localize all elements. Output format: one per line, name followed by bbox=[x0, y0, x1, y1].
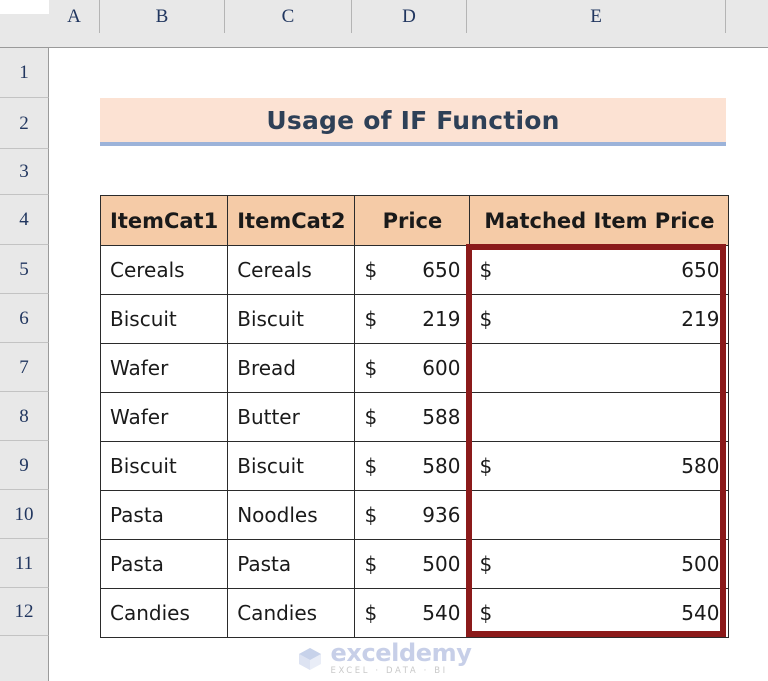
cell-price[interactable]: $ 588 bbox=[354, 392, 471, 442]
cell-itemcat1[interactable]: Pasta bbox=[99, 539, 229, 589]
column-header-d[interactable]: D bbox=[352, 0, 467, 33]
price-value: 650 bbox=[422, 258, 461, 282]
watermark: exceldemy EXCEL · DATA · BI bbox=[0, 636, 768, 681]
cell-price[interactable]: $ 650 bbox=[354, 245, 471, 295]
table-row[interactable]: Biscuit Biscuit $ 219 $ 219 bbox=[99, 294, 730, 344]
cell-itemcat2[interactable]: Biscuit bbox=[227, 294, 356, 344]
row-header-6[interactable]: 6 bbox=[0, 294, 49, 343]
currency-symbol: $ bbox=[364, 307, 378, 331]
price-value: 580 bbox=[422, 454, 461, 478]
table-row[interactable]: Pasta Pasta $ 500 $ 500 bbox=[99, 539, 730, 589]
cell-itemcat2[interactable]: Candies bbox=[227, 588, 356, 638]
table-row[interactable]: Pasta Noodles $ 936 bbox=[99, 490, 730, 540]
cell-itemcat2[interactable]: Cereals bbox=[227, 245, 356, 295]
matched-price-value: 540 bbox=[681, 601, 720, 625]
column-header-a[interactable]: A bbox=[49, 0, 100, 33]
column-header-price[interactable]: Price bbox=[354, 195, 471, 246]
cell-itemcat1[interactable]: Candies bbox=[99, 588, 229, 638]
exceldemy-logo-icon bbox=[297, 646, 323, 672]
table-row[interactable]: Candies Candies $ 540 $ 540 bbox=[99, 588, 730, 638]
column-header-itemcat1[interactable]: ItemCat1 bbox=[99, 195, 229, 246]
cell-matched-price[interactable]: $ 540 bbox=[469, 588, 730, 638]
price-value: 588 bbox=[422, 405, 461, 429]
table-header-row: ItemCat1 ItemCat2 Price Matched Item Pri… bbox=[99, 195, 730, 246]
cell-itemcat1[interactable]: Pasta bbox=[99, 490, 229, 540]
row-header-2[interactable]: 2 bbox=[0, 98, 49, 149]
cell-itemcat2[interactable]: Butter bbox=[227, 392, 356, 442]
currency-symbol: $ bbox=[364, 405, 378, 429]
cell-itemcat2[interactable]: Noodles bbox=[227, 490, 356, 540]
cell-matched-price[interactable]: $ 580 bbox=[469, 441, 730, 491]
currency-symbol: $ bbox=[364, 356, 378, 380]
column-header-b[interactable]: B bbox=[100, 0, 225, 33]
cell-price[interactable]: $ 600 bbox=[354, 343, 471, 393]
row-header-11[interactable]: 11 bbox=[0, 539, 49, 588]
table-row[interactable]: Biscuit Biscuit $ 580 $ 580 bbox=[99, 441, 730, 491]
price-value: 500 bbox=[422, 552, 461, 576]
cell-matched-price[interactable]: $ 650 bbox=[469, 245, 730, 295]
cell-price[interactable]: $ 219 bbox=[354, 294, 471, 344]
table-row[interactable]: Wafer Bread $ 600 bbox=[99, 343, 730, 393]
price-value: 540 bbox=[422, 601, 461, 625]
title-banner[interactable]: Usage of IF Function bbox=[100, 98, 726, 146]
page-title: Usage of IF Function bbox=[266, 105, 560, 135]
cell-itemcat2[interactable]: Bread bbox=[227, 343, 356, 393]
matched-price-value: 500 bbox=[681, 552, 720, 576]
row-header-1[interactable]: 1 bbox=[0, 48, 49, 98]
row-header-3[interactable]: 3 bbox=[0, 149, 49, 195]
row-header-8[interactable]: 8 bbox=[0, 392, 49, 441]
cell-itemcat1[interactable]: Wafer bbox=[99, 343, 229, 393]
data-table: ItemCat1 ItemCat2 Price Matched Item Pri… bbox=[99, 195, 730, 638]
cell-matched-price[interactable] bbox=[469, 343, 730, 393]
currency-symbol: $ bbox=[479, 601, 493, 625]
row-header-10[interactable]: 10 bbox=[0, 490, 49, 539]
column-header-e[interactable]: E bbox=[467, 0, 726, 33]
row-header-12[interactable]: 12 bbox=[0, 588, 49, 636]
currency-symbol: $ bbox=[364, 454, 378, 478]
price-value: 600 bbox=[422, 356, 461, 380]
cell-price[interactable]: $ 580 bbox=[354, 441, 471, 491]
row-header-9[interactable]: 9 bbox=[0, 441, 49, 490]
table-row[interactable]: Cereals Cereals $ 650 $ 650 bbox=[99, 245, 730, 295]
watermark-tagline: EXCEL · DATA · BI bbox=[330, 666, 448, 677]
currency-symbol: $ bbox=[364, 258, 378, 282]
cell-matched-price[interactable]: $ 219 bbox=[469, 294, 730, 344]
price-value: 219 bbox=[422, 307, 461, 331]
spreadsheet-canvas: A B C D E 1 2 3 4 5 6 7 8 9 10 11 12 Usa… bbox=[0, 0, 768, 681]
table-row[interactable]: Wafer Butter $ 588 bbox=[99, 392, 730, 442]
matched-price-value: 219 bbox=[681, 307, 720, 331]
currency-symbol: $ bbox=[364, 601, 378, 625]
cell-itemcat1[interactable]: Biscuit bbox=[99, 294, 229, 344]
row-header-5[interactable]: 5 bbox=[0, 245, 49, 294]
column-header-overflow bbox=[726, 0, 768, 33]
cell-price[interactable]: $ 540 bbox=[354, 588, 471, 638]
cell-matched-price[interactable] bbox=[469, 392, 730, 442]
watermark-name: exceldemy bbox=[330, 639, 472, 668]
cell-matched-price[interactable]: $ 500 bbox=[469, 539, 730, 589]
currency-symbol: $ bbox=[479, 258, 493, 282]
column-header-c[interactable]: C bbox=[225, 0, 352, 33]
cell-price[interactable]: $ 500 bbox=[354, 539, 471, 589]
column-header-matched-price[interactable]: Matched Item Price bbox=[469, 195, 730, 246]
currency-symbol: $ bbox=[364, 552, 378, 576]
cell-itemcat1[interactable]: Biscuit bbox=[99, 441, 229, 491]
currency-symbol: $ bbox=[479, 307, 493, 331]
cell-matched-price[interactable] bbox=[469, 490, 730, 540]
watermark-text: exceldemy EXCEL · DATA · BI bbox=[331, 641, 472, 676]
cell-itemcat2[interactable]: Pasta bbox=[227, 539, 356, 589]
cell-itemcat1[interactable]: Wafer bbox=[99, 392, 229, 442]
cell-itemcat1[interactable]: Cereals bbox=[99, 245, 229, 295]
row-header-4[interactable]: 4 bbox=[0, 195, 49, 245]
cell-price[interactable]: $ 936 bbox=[354, 490, 471, 540]
currency-symbol: $ bbox=[364, 503, 378, 527]
currency-symbol: $ bbox=[479, 552, 493, 576]
matched-price-value: 580 bbox=[681, 454, 720, 478]
cell-itemcat2[interactable]: Biscuit bbox=[227, 441, 356, 491]
currency-symbol: $ bbox=[479, 454, 493, 478]
price-value: 936 bbox=[422, 503, 461, 527]
row-header-7[interactable]: 7 bbox=[0, 343, 49, 392]
table-body: Cereals Cereals $ 650 $ 650 Biscuit Bisc… bbox=[99, 245, 730, 638]
matched-price-value: 650 bbox=[681, 258, 720, 282]
column-header-itemcat2[interactable]: ItemCat2 bbox=[227, 195, 356, 246]
